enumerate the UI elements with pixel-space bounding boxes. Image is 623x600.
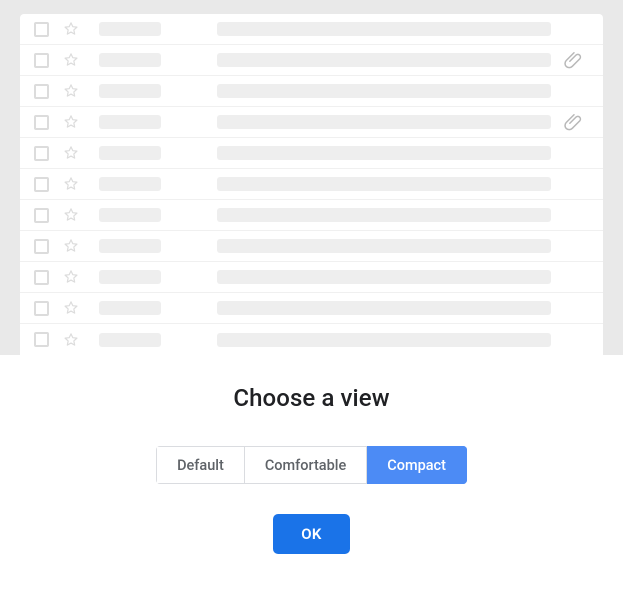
star-icon [61, 143, 81, 163]
star-icon [61, 174, 81, 194]
list-item [20, 107, 603, 138]
checkbox-icon [34, 301, 49, 316]
star-icon [61, 19, 81, 39]
density-preview-area [0, 0, 623, 355]
checkbox-icon [34, 22, 49, 37]
checkbox-icon [34, 239, 49, 254]
list-item [20, 231, 603, 262]
attachment-icon [563, 49, 585, 71]
density-option-default[interactable]: Default [156, 446, 245, 484]
dialog-bottom-panel: Choose a view DefaultComfortableCompact … [0, 355, 623, 600]
list-item [20, 169, 603, 200]
subject-placeholder [217, 208, 551, 222]
checkbox-icon [34, 115, 49, 130]
density-option-compact[interactable]: Compact [367, 446, 467, 484]
subject-placeholder [217, 22, 551, 36]
sender-placeholder [99, 177, 161, 191]
list-item [20, 45, 603, 76]
star-icon [61, 112, 81, 132]
list-item [20, 200, 603, 231]
sender-placeholder [99, 146, 161, 160]
checkbox-icon [34, 177, 49, 192]
subject-placeholder [217, 239, 551, 253]
sender-placeholder [99, 22, 161, 36]
star-icon [61, 298, 81, 318]
list-item [20, 14, 603, 45]
star-icon [61, 236, 81, 256]
attachment-icon [563, 111, 585, 133]
sender-placeholder [99, 239, 161, 253]
subject-placeholder [217, 115, 551, 129]
subject-placeholder [217, 301, 551, 315]
checkbox-icon [34, 270, 49, 285]
list-item [20, 324, 603, 355]
subject-placeholder [217, 270, 551, 284]
subject-placeholder [217, 84, 551, 98]
ok-button[interactable]: OK [273, 514, 349, 554]
density-segmented-control: DefaultComfortableCompact [156, 446, 467, 484]
checkbox-icon [34, 208, 49, 223]
star-icon [61, 50, 81, 70]
checkbox-icon [34, 332, 49, 347]
checkbox-icon [34, 84, 49, 99]
subject-placeholder [217, 177, 551, 191]
star-icon [61, 267, 81, 287]
sender-placeholder [99, 84, 161, 98]
sender-placeholder [99, 270, 161, 284]
subject-placeholder [217, 53, 551, 67]
dialog-title: Choose a view [233, 384, 389, 412]
checkbox-icon [34, 53, 49, 68]
sender-placeholder [99, 301, 161, 315]
sender-placeholder [99, 333, 161, 347]
list-item [20, 293, 603, 324]
star-icon [61, 205, 81, 225]
sender-placeholder [99, 53, 161, 67]
sender-placeholder [99, 208, 161, 222]
subject-placeholder [217, 146, 551, 160]
list-item [20, 76, 603, 107]
sender-placeholder [99, 115, 161, 129]
list-item [20, 262, 603, 293]
subject-placeholder [217, 333, 551, 347]
preview-mail-list [20, 14, 603, 355]
density-option-comfortable[interactable]: Comfortable [245, 446, 367, 484]
star-icon [61, 81, 81, 101]
checkbox-icon [34, 146, 49, 161]
star-icon [61, 330, 81, 350]
list-item [20, 138, 603, 169]
